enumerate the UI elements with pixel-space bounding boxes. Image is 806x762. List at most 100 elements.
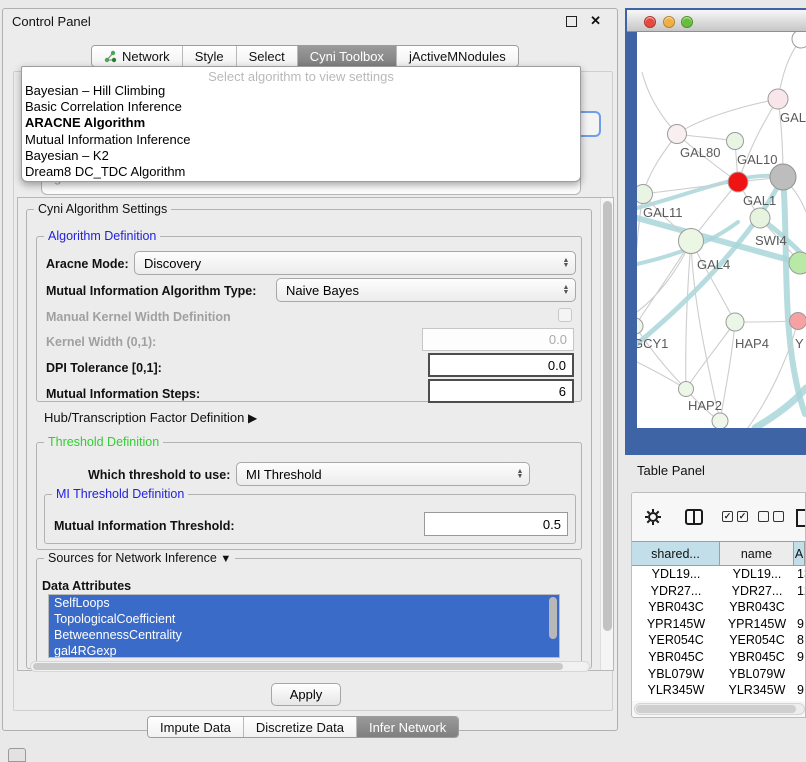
column-header[interactable]: A bbox=[794, 541, 805, 566]
float-window-icon[interactable] bbox=[566, 16, 577, 27]
close-icon[interactable]: ✕ bbox=[590, 13, 601, 29]
apply-button[interactable]: Apply bbox=[271, 683, 341, 706]
settings-scrollbar[interactable] bbox=[600, 198, 613, 670]
tab-style[interactable]: Style bbox=[183, 46, 237, 66]
network-node[interactable] bbox=[789, 252, 806, 274]
mi-type-combo[interactable]: Naive Bayes ▲▼ bbox=[276, 278, 576, 302]
attributes-scrollbar-thumb[interactable] bbox=[549, 597, 557, 639]
algorithm-item[interactable]: Dream8 DC_TDC Algorithm bbox=[22, 164, 580, 180]
network-edge[interactable] bbox=[643, 134, 677, 194]
kernel-width-label: Kernel Width (0,1): bbox=[46, 335, 156, 349]
checkboxes-unchecked-icon[interactable] bbox=[758, 511, 784, 522]
attributes-hscrollbar-thumb[interactable] bbox=[33, 663, 563, 670]
document-icon[interactable] bbox=[795, 508, 806, 533]
tab-label: Network bbox=[122, 49, 170, 64]
network-edge[interactable] bbox=[720, 322, 735, 421]
attribute-item[interactable]: TopologicalCoefficient bbox=[49, 611, 559, 627]
collapsed-panel-button[interactable] bbox=[8, 748, 26, 762]
network-edge[interactable] bbox=[637, 362, 686, 389]
mi-steps-field[interactable]: 6 bbox=[428, 379, 574, 403]
network-node[interactable] bbox=[728, 172, 748, 192]
bottom-tab-infer-network[interactable]: Infer Network bbox=[357, 717, 458, 737]
network-node[interactable] bbox=[668, 125, 687, 144]
table-row[interactable]: YIL052CYIL052C9. bbox=[632, 699, 805, 701]
network-node[interactable] bbox=[792, 32, 806, 48]
network-edge[interactable] bbox=[783, 177, 805, 414]
dpi-tolerance-label: DPI Tolerance [0,1]: bbox=[46, 361, 162, 375]
node-label: SWI4 bbox=[755, 233, 787, 248]
algorithm-item[interactable]: Mutual Information Inference bbox=[22, 132, 580, 148]
tab-jactivemnodules[interactable]: jActiveMNodules bbox=[397, 46, 518, 66]
table-row[interactable]: YDL19...YDL19...13 bbox=[632, 566, 805, 583]
network-edge[interactable] bbox=[637, 241, 691, 326]
attributes-hscrollbar[interactable] bbox=[30, 661, 590, 672]
network-graph[interactable]: GAL7GAL80GAL10GAL1GAL11SWI4GAL4GCY1HAP4Y… bbox=[637, 32, 806, 428]
table-row[interactable]: YBR043CYBR043C bbox=[632, 599, 805, 616]
tab-cyni-toolbox[interactable]: Cyni Toolbox bbox=[298, 46, 397, 66]
table-row[interactable]: YDR27...YDR27...12 bbox=[632, 583, 805, 600]
hub-definition-label: Hub/Transcription Factor Definition bbox=[44, 410, 244, 425]
network-edge[interactable] bbox=[642, 72, 677, 134]
node-label: HAP2 bbox=[688, 398, 722, 413]
table-hscrollbar[interactable] bbox=[634, 703, 805, 715]
attribute-item[interactable]: gal4RGexp bbox=[49, 643, 559, 658]
bottom-tab-impute-data[interactable]: Impute Data bbox=[148, 717, 244, 737]
network-canvas[interactable]: GAL7GAL80GAL10GAL1GAL11SWI4GAL4GCY1HAP4Y… bbox=[637, 32, 806, 428]
algorithm-item[interactable]: Basic Correlation Inference bbox=[22, 99, 580, 115]
table-row[interactable]: YER054CYER054C8. bbox=[632, 632, 805, 649]
node-label: GAL1 bbox=[743, 193, 776, 208]
column-header[interactable]: shared... bbox=[632, 541, 720, 566]
network-node[interactable] bbox=[770, 164, 796, 190]
mi-steps-label: Mutual Information Steps: bbox=[46, 387, 200, 401]
network-node[interactable] bbox=[727, 133, 744, 150]
algorithm-item[interactable]: ARACNE Algorithm bbox=[22, 115, 580, 131]
network-node[interactable] bbox=[712, 413, 728, 428]
manual-kernel-checkbox[interactable] bbox=[558, 308, 572, 322]
network-node[interactable] bbox=[768, 89, 788, 109]
split-columns-icon[interactable] bbox=[684, 508, 704, 531]
aracne-mode-combo[interactable]: Discovery ▲▼ bbox=[134, 251, 576, 275]
kernel-width-field[interactable]: 0.0 bbox=[422, 328, 574, 351]
network-node[interactable] bbox=[790, 313, 806, 330]
tab-select[interactable]: Select bbox=[237, 46, 298, 66]
tab-network[interactable]: Network bbox=[92, 46, 183, 66]
network-node[interactable] bbox=[679, 382, 694, 397]
collapse-arrow-icon[interactable]: ▼ bbox=[220, 553, 231, 565]
algorithm-item[interactable]: Bayesian – Hill Climbing bbox=[22, 83, 580, 99]
node-label: GAL7 bbox=[780, 110, 806, 125]
table-row[interactable]: YBR045CYBR045C9. bbox=[632, 649, 805, 666]
mi-threshold-field[interactable]: 0.5 bbox=[424, 512, 568, 536]
attribute-item[interactable]: SelfLoops bbox=[49, 595, 559, 611]
network-edge[interactable] bbox=[677, 99, 778, 134]
bottom-tab-discretize-data[interactable]: Discretize Data bbox=[244, 717, 357, 737]
hub-definition-toggle[interactable]: Hub/Transcription Factor Definition ▶ bbox=[44, 410, 257, 425]
network-node[interactable] bbox=[750, 208, 770, 228]
close-traffic-light-icon[interactable] bbox=[644, 16, 656, 28]
table-row[interactable]: YBL079WYBL079W bbox=[632, 666, 805, 683]
tab-label: Style bbox=[195, 49, 224, 64]
network-node[interactable] bbox=[679, 229, 704, 254]
network-node[interactable] bbox=[637, 185, 653, 204]
zoom-traffic-light-icon[interactable] bbox=[681, 16, 693, 28]
control-panel-titlebar: Control Panel ✕ bbox=[3, 9, 617, 33]
algorithm-item[interactable]: Bayesian – K2 bbox=[22, 148, 580, 164]
stepper-arrows-icon: ▲▼ bbox=[559, 285, 575, 295]
attribute-item[interactable]: BetweennessCentrality bbox=[49, 627, 559, 643]
network-node[interactable] bbox=[726, 313, 744, 331]
settings-gear-icon[interactable] bbox=[644, 508, 662, 531]
settings-scrollbar-thumb[interactable] bbox=[603, 201, 612, 631]
network-view-window[interactable]: GAL7GAL80GAL10GAL1GAL11SWI4GAL4GCY1HAP4Y… bbox=[625, 8, 806, 455]
network-edge[interactable] bbox=[755, 388, 806, 428]
network-node[interactable] bbox=[637, 318, 643, 334]
checkboxes-checked-icon[interactable]: ✓✓ bbox=[722, 511, 748, 522]
dpi-tolerance-field[interactable]: 0.0 bbox=[428, 353, 574, 377]
control-panel-title: Control Panel bbox=[12, 14, 91, 29]
which-threshold-combo[interactable]: MI Threshold ▲▼ bbox=[236, 462, 530, 486]
table-hscrollbar-thumb[interactable] bbox=[636, 705, 796, 713]
network-window-titlebar[interactable] bbox=[627, 10, 806, 32]
column-header[interactable]: name bbox=[720, 541, 794, 566]
minimize-traffic-light-icon[interactable] bbox=[663, 16, 675, 28]
table-row[interactable]: YPR145WYPR145W9. bbox=[632, 616, 805, 633]
table-row[interactable]: YLR345WYLR345W9. bbox=[632, 682, 805, 699]
network-edge[interactable] bbox=[686, 241, 691, 389]
